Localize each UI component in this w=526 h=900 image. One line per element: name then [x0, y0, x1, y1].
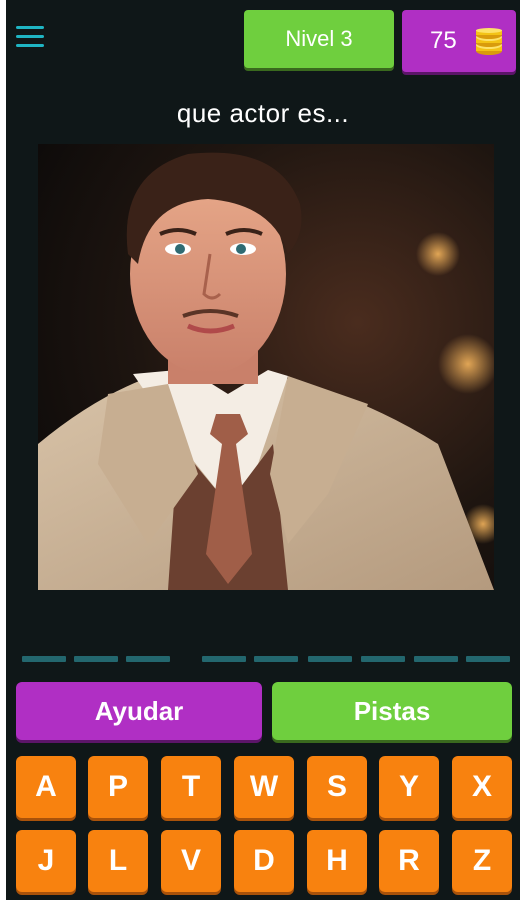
coin-count: 75: [430, 27, 457, 54]
answer-slots: [6, 656, 520, 666]
letter-key[interactable]: R: [379, 830, 439, 892]
help-button[interactable]: Ayudar: [16, 682, 262, 740]
answer-slot: [74, 656, 118, 662]
answer-slot: [202, 656, 246, 662]
letter-key[interactable]: D: [234, 830, 294, 892]
actor-portrait-image: [38, 144, 494, 590]
letter-key[interactable]: P: [88, 756, 148, 818]
answer-slot: [466, 656, 510, 662]
letter-key[interactable]: V: [161, 830, 221, 892]
letter-key[interactable]: L: [88, 830, 148, 892]
letter-key[interactable]: X: [452, 756, 512, 818]
answer-slot: [254, 656, 298, 662]
level-badge: Nivel 3: [244, 10, 394, 68]
letter-key[interactable]: S: [307, 756, 367, 818]
letter-key[interactable]: J: [16, 830, 76, 892]
coins-button[interactable]: 75: [402, 10, 516, 72]
answer-slot: [361, 656, 405, 662]
answer-slot: [22, 656, 66, 662]
letter-key[interactable]: A: [16, 756, 76, 818]
coins-stack-icon: [476, 28, 502, 55]
letter-key[interactable]: H: [307, 830, 367, 892]
letter-key[interactable]: Y: [379, 756, 439, 818]
hints-button[interactable]: Pistas: [272, 682, 512, 740]
level-label: Nivel 3: [285, 26, 353, 51]
answer-slot: [414, 656, 458, 662]
letter-key[interactable]: Z: [452, 830, 512, 892]
answer-slot: [126, 656, 170, 662]
letter-key[interactable]: T: [161, 756, 221, 818]
answer-slot: [308, 656, 352, 662]
hamburger-menu-icon[interactable]: [16, 26, 44, 54]
letter-key[interactable]: W: [234, 756, 294, 818]
question-text: que actor es...: [176, 98, 350, 128]
game-screen: Nivel 3 75 que actor es... Ayudar Pistas…: [6, 0, 520, 900]
